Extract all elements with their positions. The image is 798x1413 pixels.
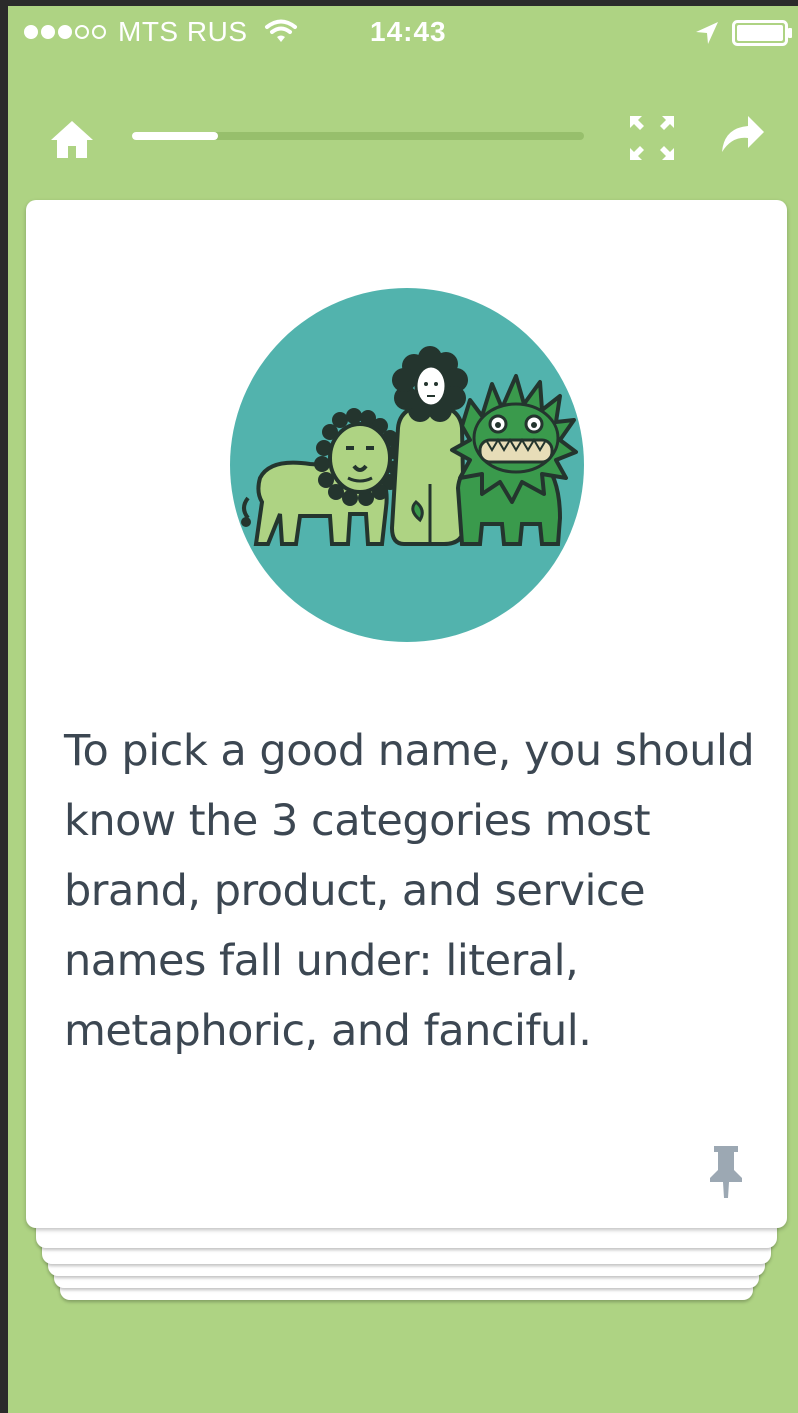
location-arrow-icon [696, 22, 718, 44]
app-screen: MTS RUS 14:43 To pick a good name, you s… [8, 6, 798, 1413]
signal-strength-icon [24, 25, 106, 39]
wifi-icon [265, 19, 297, 42]
carrier-name: MTS RUS [118, 16, 248, 47]
green-monster-drawing [450, 374, 578, 546]
status-time: 14:43 [370, 16, 447, 47]
person-in-costume-drawing [389, 346, 468, 546]
lesson-progress-fill [132, 132, 218, 140]
lion-and-monsters-illustration [230, 288, 584, 642]
expand-icon[interactable] [628, 114, 676, 162]
status-bar: MTS RUS 14:43 [8, 6, 798, 60]
home-icon[interactable] [48, 118, 96, 160]
lesson-card[interactable]: To pick a good name, you should know the… [26, 200, 787, 1228]
lesson-progress-bar [132, 132, 584, 140]
pin-icon[interactable] [708, 1144, 744, 1200]
share-icon[interactable] [720, 114, 766, 156]
battery-icon [732, 20, 792, 46]
card-body-text: To pick a good name, you should know the… [64, 726, 755, 1056]
